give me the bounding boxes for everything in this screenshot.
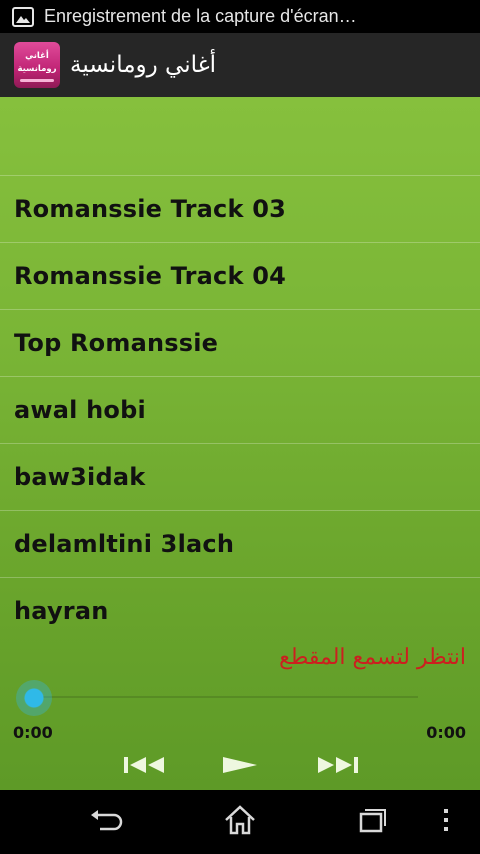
track-label: delamltini 3lach <box>14 530 235 558</box>
wait-message: انتظر لتسمع المقطع <box>279 645 466 670</box>
app-title: أغاني رومانسية <box>70 52 217 78</box>
main-content: Romanssie Track 03 Romanssie Track 04 To… <box>0 97 480 790</box>
track-item[interactable]: Top Romanssie <box>0 309 480 376</box>
app-logo-decoration <box>20 79 54 82</box>
track-label: Romanssie Track 03 <box>14 195 286 223</box>
track-item[interactable]: delamltini 3lach <box>0 510 480 577</box>
recent-apps-button[interactable] <box>352 806 392 838</box>
back-button[interactable] <box>87 806 127 838</box>
back-icon <box>90 809 124 835</box>
navigation-bar <box>0 790 480 854</box>
next-button[interactable] <box>316 755 360 779</box>
track-item[interactable]: baw3idak <box>0 443 480 510</box>
previous-icon <box>122 754 166 780</box>
elapsed-time: 0:00 <box>13 723 53 742</box>
track-label: awal hobi <box>14 396 146 424</box>
total-time: 0:00 <box>426 723 466 742</box>
track-item[interactable]: Romanssie Track 04 <box>0 242 480 309</box>
track-item[interactable]: hayran <box>0 577 480 644</box>
track-item[interactable]: Romanssie Track 03 <box>0 175 480 242</box>
overflow-menu-icon <box>442 807 450 837</box>
home-button[interactable] <box>220 805 260 839</box>
notification-text: Enregistrement de la capture d'écran… <box>44 6 357 26</box>
play-button[interactable] <box>220 755 260 779</box>
recent-apps-icon <box>355 807 389 837</box>
overflow-menu-button[interactable] <box>434 806 458 838</box>
app-logo-line2: رومانسية <box>17 64 57 74</box>
play-icon <box>220 754 260 780</box>
next-icon <box>316 754 360 780</box>
app-logo-line1: أغاني <box>25 51 49 61</box>
track-label: Top Romanssie <box>14 329 219 357</box>
seek-bar[interactable] <box>30 696 418 698</box>
status-bar: Enregistrement de la capture d'écran… <box>0 0 480 33</box>
track-label: hayran <box>14 597 109 625</box>
seek-thumb[interactable] <box>16 680 52 716</box>
app-logo[interactable]: أغاني رومانسية <box>14 42 60 88</box>
previous-button[interactable] <box>122 755 166 779</box>
track-item[interactable]: awal hobi <box>0 376 480 443</box>
track-label: Romanssie Track 04 <box>14 262 286 290</box>
image-icon <box>12 6 34 27</box>
home-icon <box>223 805 257 839</box>
track-label: baw3idak <box>14 463 146 491</box>
track-list: Romanssie Track 03 Romanssie Track 04 To… <box>0 175 480 644</box>
action-bar: أغاني رومانسية أغاني رومانسية <box>0 33 480 97</box>
